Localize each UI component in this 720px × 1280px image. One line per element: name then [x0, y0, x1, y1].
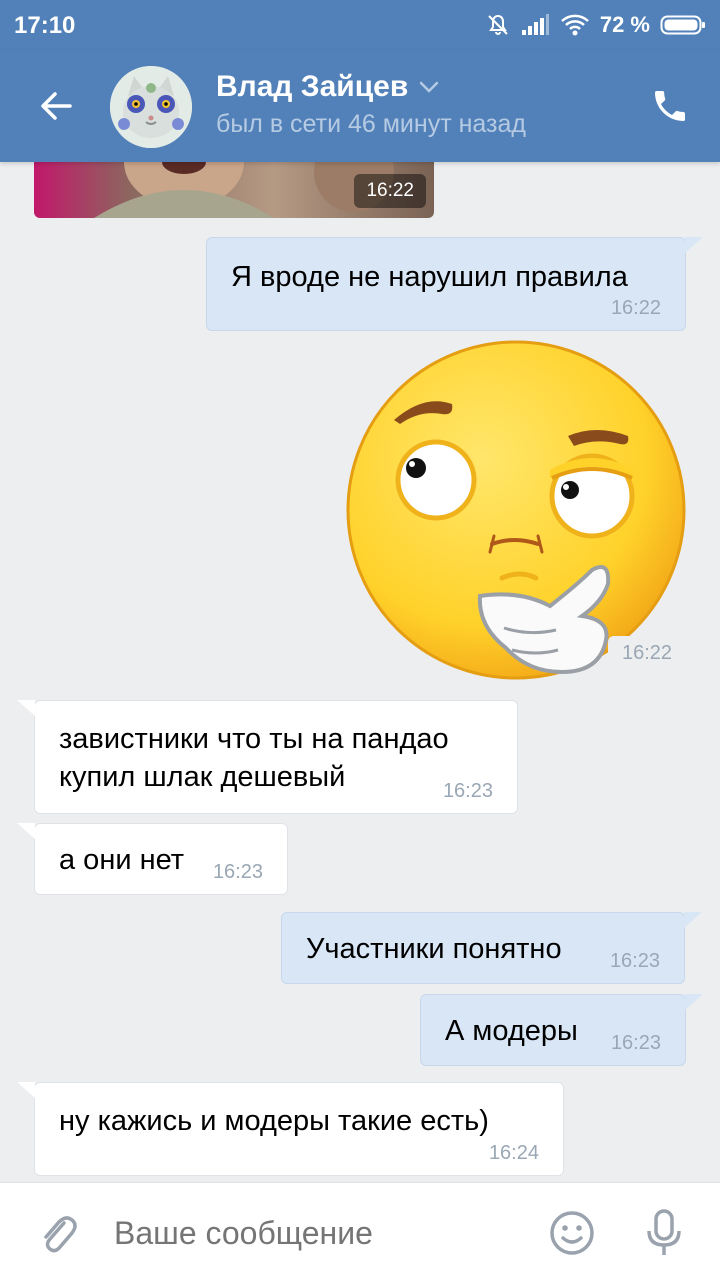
sticker-message[interactable] — [344, 338, 688, 682]
composer-bar — [0, 1182, 720, 1280]
last-seen-status: был в сети 46 минут назад — [216, 110, 526, 138]
microphone-icon — [647, 1209, 681, 1255]
message-time: 16:24 — [488, 1142, 539, 1164]
status-icons: 72 % — [486, 10, 706, 40]
message-text-line: завистники что ты на пандао — [59, 723, 449, 755]
outgoing-message[interactable]: А модеры 16:23 — [420, 994, 703, 1066]
message-time: 16:23 — [442, 780, 493, 802]
message-time: 16:22 — [354, 174, 426, 208]
signal-icon — [520, 13, 550, 37]
message-text: А модеры — [445, 1015, 578, 1047]
message-input[interactable] — [114, 1211, 534, 1255]
back-button[interactable] — [30, 80, 82, 132]
emoji-button[interactable] — [548, 1209, 596, 1257]
mute-bell-icon — [486, 13, 510, 37]
outgoing-message[interactable]: Участники понятно 16:23 — [281, 912, 702, 984]
battery-percent: 72 % — [599, 12, 650, 37]
attach-button[interactable] — [34, 1209, 82, 1257]
avatar[interactable] — [110, 66, 192, 148]
voice-message-button[interactable] — [642, 1207, 686, 1259]
message-text: Я вроде не нарушил правила — [231, 261, 628, 293]
incoming-message[interactable]: а они нет 16:23 — [17, 823, 288, 895]
message-list[interactable]: 16:22 Я вроде не нарушил правила 16:22 1… — [0, 162, 720, 1182]
chat-header: Влад Зайцев был в сети 46 минут назад — [0, 50, 720, 162]
incoming-message[interactable]: завистники что ты на пандао купил шлак д… — [17, 700, 518, 814]
outgoing-message[interactable]: Я вроде не нарушил правила 16:22 — [206, 237, 703, 331]
smile-icon — [550, 1211, 594, 1255]
message-time: 16:23 — [609, 950, 660, 972]
contact-name-text: Влад Зайцев — [216, 70, 409, 103]
status-bar: 17:10 72 % — [0, 0, 720, 50]
battery-icon — [660, 13, 706, 37]
contact-name[interactable]: Влад Зайцев — [216, 70, 440, 104]
message-time: 16:23 — [610, 1032, 661, 1054]
thinking-face-sticker — [346, 340, 686, 680]
status-time: 17:10 — [14, 12, 76, 39]
message-text: Участники понятно — [306, 933, 562, 965]
phone-icon — [655, 91, 685, 121]
message-text: ну кажись и модеры такие есть) — [59, 1105, 489, 1137]
message-time: 16:22 — [608, 636, 687, 671]
incoming-message[interactable]: ну кажись и модеры такие есть) 16:24 — [17, 1082, 564, 1176]
message-text: а они нет — [59, 844, 185, 876]
photo-message[interactable]: 16:22 — [34, 162, 434, 218]
message-time: 16:22 — [610, 297, 661, 319]
message-time: 16:23 — [212, 861, 263, 883]
paperclip-icon — [44, 1216, 77, 1253]
chevron-down-icon — [420, 81, 439, 93]
arrow-left-icon — [41, 92, 72, 120]
call-button[interactable] — [644, 80, 696, 132]
message-text-line: купил шлак дешевый — [59, 761, 346, 793]
wifi-icon — [560, 13, 590, 37]
